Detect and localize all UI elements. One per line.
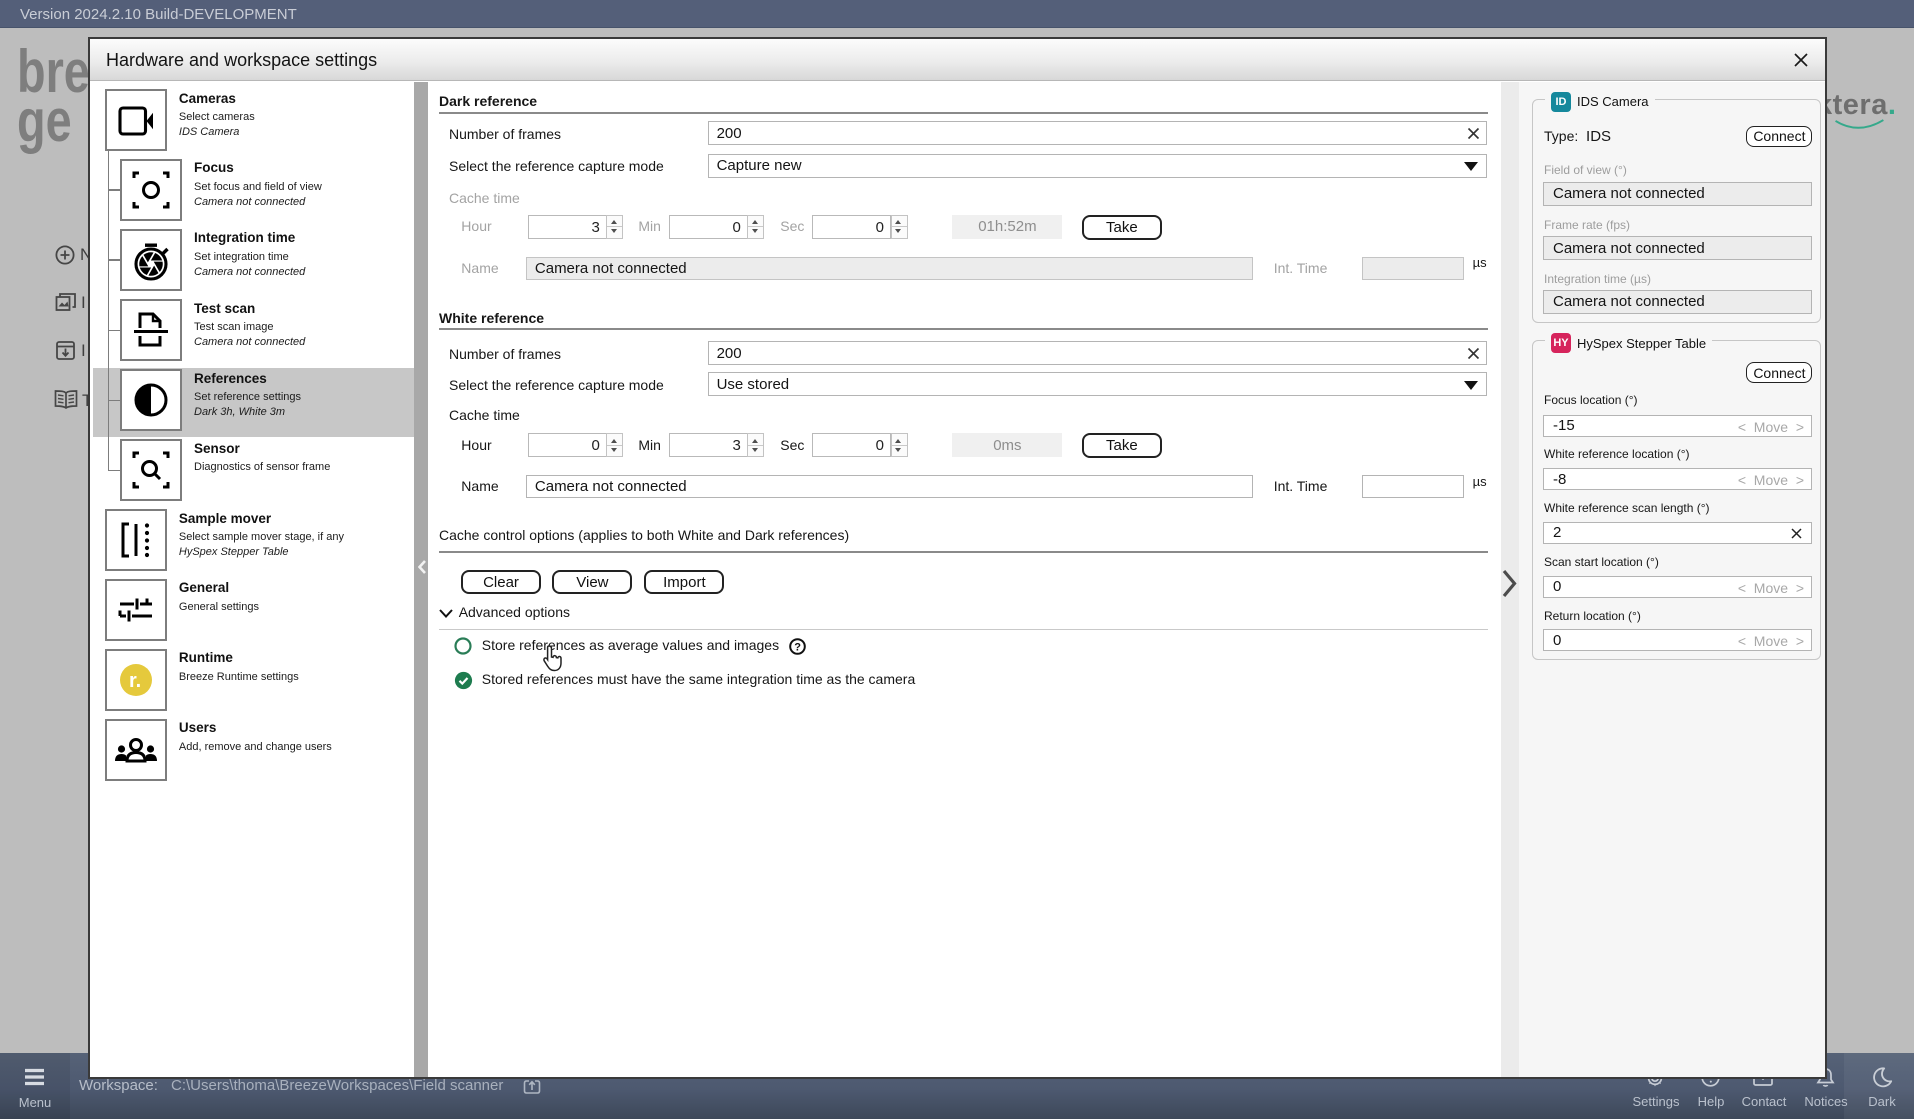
svg-text:?: ? <box>794 641 801 653</box>
svg-text:r.: r. <box>129 670 141 692</box>
